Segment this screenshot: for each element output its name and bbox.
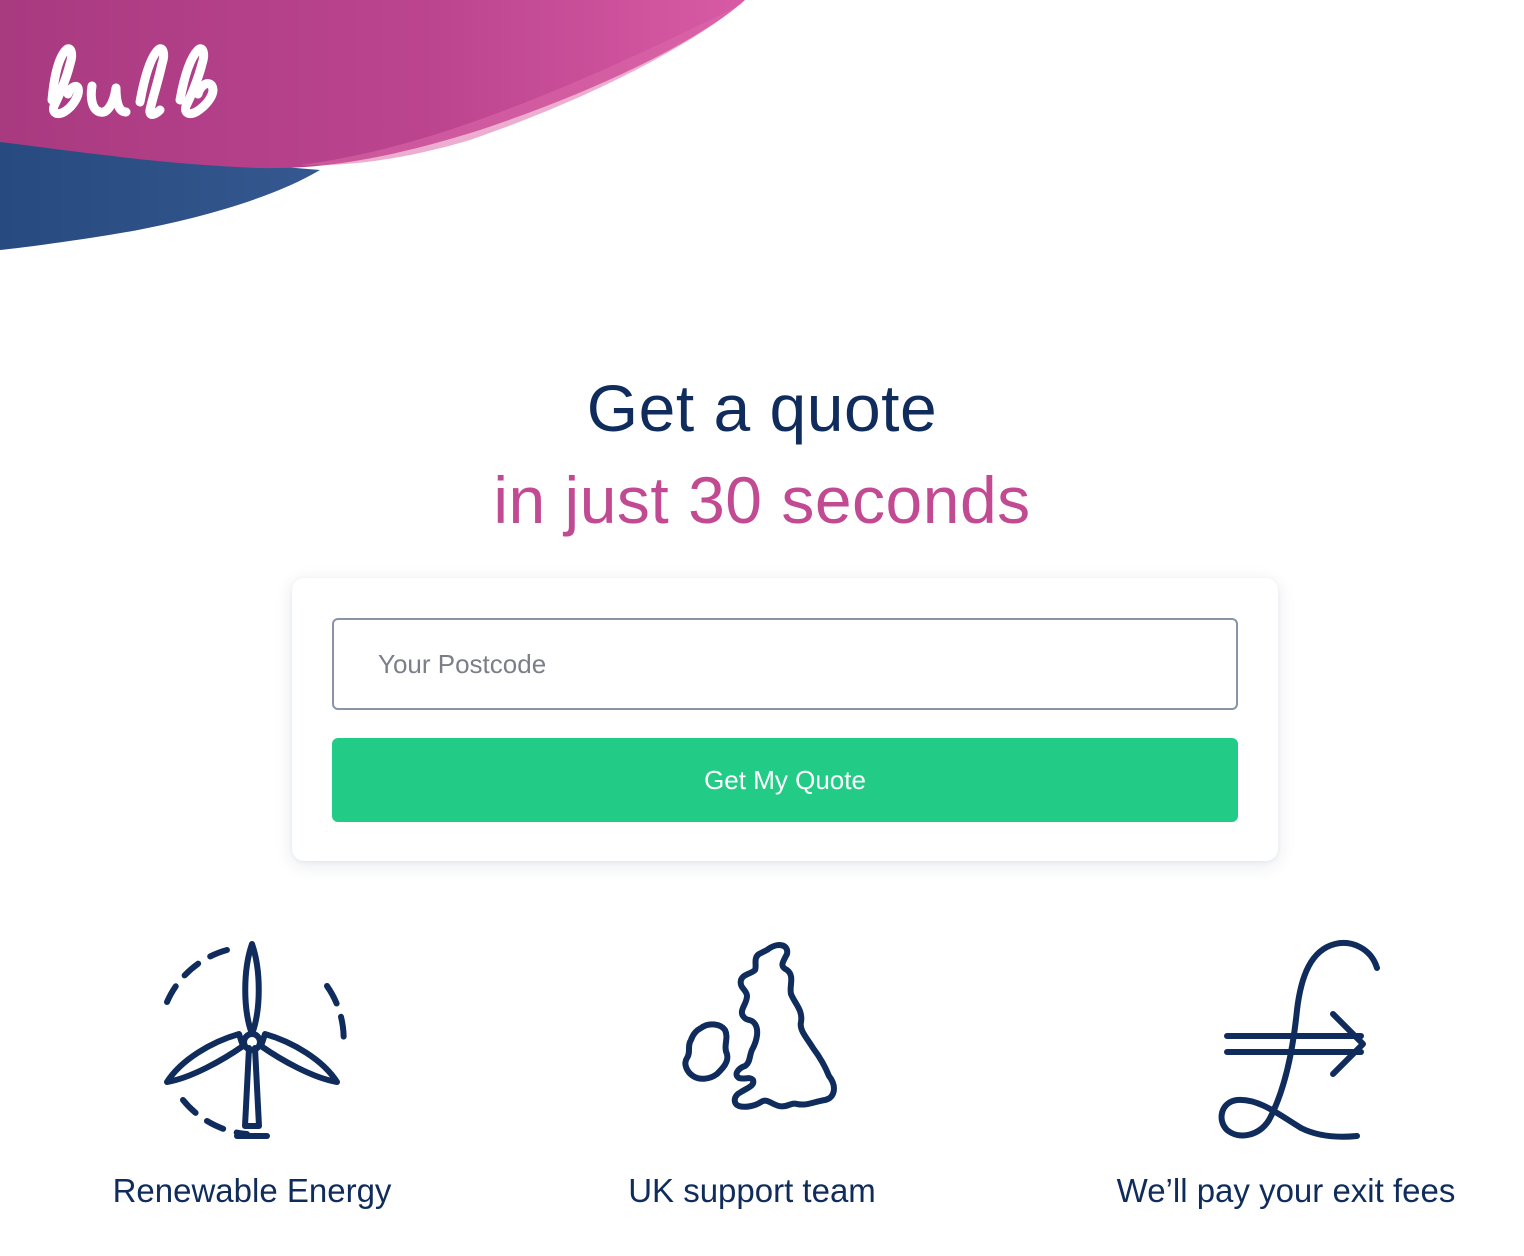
get-my-quote-button[interactable]: Get My Quote (332, 738, 1238, 822)
postcode-input[interactable] (332, 618, 1238, 710)
bulb-logo[interactable] (40, 40, 250, 130)
feature-exit-fees: We’ll pay your exit fees (1076, 930, 1496, 1209)
page-headline: Get a quote in just 30 seconds (0, 362, 1524, 546)
uk-map-icon (682, 942, 837, 1110)
feature-label-exit-fees: We’ll pay your exit fees (1116, 1172, 1456, 1209)
pound-arrow-icon (1218, 940, 1380, 1140)
features-row: Renewable Energy UK support team We’ll p… (0, 930, 1524, 1230)
wind-turbine-icon (164, 941, 347, 1139)
feature-renewable-energy: Renewable Energy (42, 930, 462, 1209)
feature-label-renewable-energy: Renewable Energy (112, 1172, 392, 1209)
headline-line-1: Get a quote (586, 371, 938, 445)
landing-page: Get a quote in just 30 seconds Get My Qu… (0, 0, 1524, 1256)
header-brush-stroke (0, 0, 745, 250)
feature-label-uk-support: UK support team (628, 1172, 876, 1209)
feature-uk-support: UK support team (542, 930, 962, 1209)
quote-form-card: Get My Quote (292, 578, 1278, 861)
headline-line-2: in just 30 seconds (493, 463, 1031, 537)
